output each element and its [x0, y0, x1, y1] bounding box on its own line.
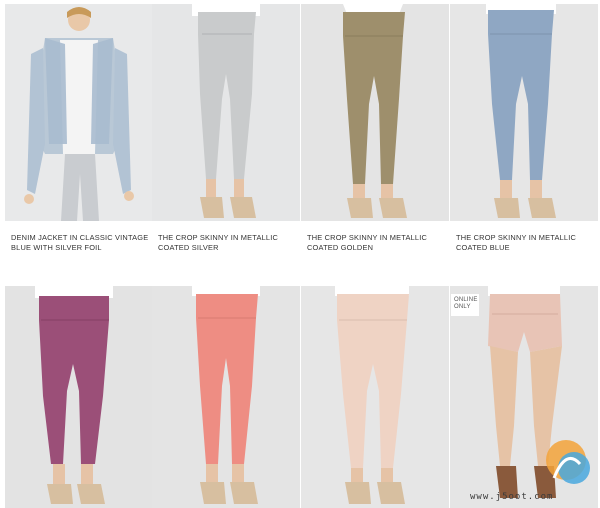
product-photo-crop-skinny-blush[interactable]	[301, 286, 449, 508]
badge-line: ONLINE	[454, 297, 478, 303]
product-photo-crop-skinny-golden[interactable]	[301, 4, 449, 221]
product-caption[interactable]: THE CROP SKINNY IN METALLIC COATED GOLDE…	[307, 233, 447, 253]
product-photo-crop-skinny-blue[interactable]	[450, 4, 598, 221]
badge-line: ONLY	[454, 304, 471, 310]
product-caption[interactable]: THE CROP SKINNY IN METALLIC COATED SILVE…	[158, 233, 298, 253]
online-only-badge: ONLINE ONLY	[451, 294, 479, 316]
product-photo-crop-skinny-plum[interactable]	[5, 286, 153, 508]
product-grid: DENIM JACKET IN CLASSIC VINTAGE BLUE WIT…	[0, 0, 600, 508]
product-caption[interactable]: THE CROP SKINNY IN METALLIC COATED BLUE	[456, 233, 596, 253]
product-photo-denim-jacket[interactable]	[5, 4, 153, 221]
product-photo-crop-skinny-silver[interactable]	[152, 4, 300, 221]
product-photo-crop-skinny-coral[interactable]	[152, 286, 300, 508]
product-photo-shorts-nude[interactable]: ONLINE ONLY	[450, 286, 598, 508]
product-caption[interactable]: DENIM JACKET IN CLASSIC VINTAGE BLUE WIT…	[11, 233, 151, 253]
